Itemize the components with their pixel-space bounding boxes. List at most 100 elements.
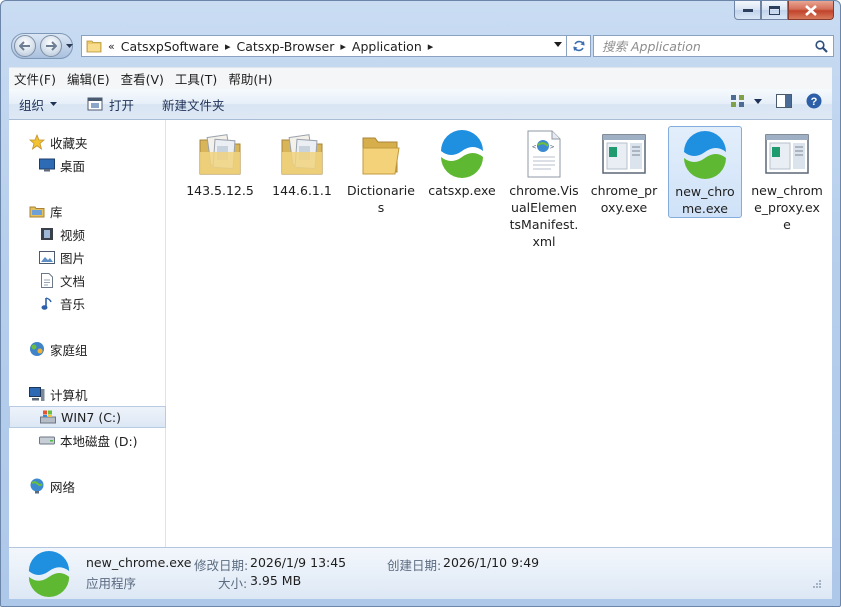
search-icon[interactable] — [815, 40, 828, 53]
file-item-folder[interactable]: Dictionaries — [344, 126, 418, 216]
refresh-icon — [572, 40, 585, 52]
breadcrumb-item[interactable]: Application — [352, 39, 422, 54]
file-item-folder[interactable]: 143.5.12.5 — [183, 126, 257, 199]
hard-drive-icon — [39, 432, 55, 448]
maximize-button[interactable] — [761, 1, 788, 20]
file-item-application[interactable]: new_chrome_proxy.exe — [749, 126, 825, 233]
file-name: new_chrome_proxy.exe — [751, 183, 823, 232]
document-icon — [39, 272, 55, 288]
sidebar-item-libraries[interactable]: 库 — [9, 200, 166, 222]
sidebar-item-label: 收藏夹 — [50, 135, 88, 151]
new-folder-button[interactable]: 新建文件夹 — [152, 92, 235, 116]
network-icon — [29, 478, 45, 494]
file-name: chrome.VisualElementsManifest.xml — [509, 183, 579, 249]
sidebar-item-label: 文档 — [60, 273, 86, 289]
sidebar-item-label: 家庭组 — [50, 342, 88, 358]
search-box[interactable] — [593, 35, 834, 57]
sidebar-item-videos[interactable]: 视频 — [9, 223, 166, 245]
folder-icon — [86, 40, 102, 53]
open-button[interactable]: 打开 — [77, 92, 144, 116]
close-icon — [805, 4, 817, 16]
menu-bar: 文件(F) 编辑(E) 查看(V) 工具(T) 帮助(H) — [9, 67, 832, 89]
video-icon — [39, 226, 55, 242]
file-name: Dictionaries — [347, 183, 415, 215]
details-size-value: 3.95 MB — [250, 573, 302, 588]
forward-button[interactable] — [40, 35, 62, 57]
sidebar-item-music[interactable]: 音乐 — [9, 292, 166, 314]
menu-edit[interactable]: 编辑(E) — [62, 69, 115, 88]
recent-pages-dropdown-icon[interactable] — [66, 44, 73, 48]
sidebar-item-label: 视频 — [60, 227, 86, 243]
minimize-icon — [742, 9, 753, 12]
menu-help[interactable]: 帮助(H) — [223, 69, 277, 88]
breadcrumb-chevron-icon[interactable]: ▸ — [225, 40, 231, 53]
close-button[interactable] — [788, 1, 834, 20]
resize-grip-icon[interactable] — [812, 579, 822, 589]
sidebar-item-label: 库 — [50, 204, 63, 220]
sidebar-item-label: 计算机 — [50, 387, 88, 403]
sidebar-item-label: 网络 — [50, 479, 76, 495]
breadcrumb-chevron-icon[interactable]: ▸ — [428, 40, 434, 53]
sidebar-item-favorites[interactable]: 收藏夹 — [9, 131, 166, 153]
file-item-application[interactable]: new_chrome.exe — [668, 126, 742, 218]
details-size-label: 大小: — [218, 576, 248, 591]
sidebar-item-drive-c[interactable]: WIN7 (C:) — [9, 406, 166, 428]
menu-tools[interactable]: 工具(T) — [170, 69, 222, 88]
file-item-xml[interactable]: < > chrome.VisualElementsManifest.xml — [507, 126, 581, 250]
change-view-button[interactable] — [730, 94, 762, 108]
menu-view[interactable]: 查看(V) — [116, 69, 169, 88]
sidebar-item-drive-d[interactable]: 本地磁盘 (D:) — [9, 429, 166, 451]
preview-pane-icon[interactable] — [776, 94, 792, 108]
sidebar-item-computer[interactable]: 计算机 — [9, 383, 166, 405]
folder-icon — [274, 126, 330, 182]
maximize-icon — [769, 5, 780, 15]
file-item-application[interactable]: catsxp.exe — [425, 126, 499, 199]
sidebar-item-label: 本地磁盘 (D:) — [60, 433, 138, 449]
details-filetype: 应用程序 — [86, 576, 137, 591]
view-dropdown-icon — [754, 98, 762, 104]
breadcrumb-item[interactable]: Catsxp-Browser — [237, 39, 335, 54]
catsxp-app-icon — [677, 127, 733, 183]
sidebar-item-network[interactable]: 网络 — [9, 475, 166, 497]
details-modified-label: 修改日期: — [194, 558, 249, 573]
help-icon[interactable]: ? — [806, 93, 822, 109]
minimize-button[interactable] — [734, 1, 761, 20]
desktop-icon — [39, 157, 55, 173]
back-button[interactable] — [14, 35, 36, 57]
catsxp-app-icon — [434, 126, 490, 182]
sidebar-item-pictures[interactable]: 图片 — [9, 246, 166, 268]
selected-file-icon — [25, 550, 73, 598]
breadcrumb-overflow[interactable]: « — [108, 40, 115, 53]
nav-buttons — [11, 33, 73, 59]
breadcrumb-item[interactable]: CatsxpSoftware — [121, 39, 219, 54]
file-name: chrome_proxy.exe — [590, 183, 658, 215]
search-input[interactable] — [594, 36, 804, 56]
xml-document-icon: < > — [516, 126, 572, 182]
breadcrumb-chevron-icon[interactable]: ▸ — [340, 40, 346, 53]
file-name: 143.5.12.5 — [186, 183, 254, 198]
homegroup-icon — [29, 341, 45, 357]
file-list-view[interactable]: 143.5.12.5 144.6.1.1 Dictionaries catsxp… — [167, 120, 832, 547]
back-arrow-icon — [19, 41, 30, 51]
sidebar-item-label: 图片 — [60, 250, 86, 266]
star-icon — [29, 134, 45, 150]
organize-button[interactable]: 组织 — [9, 92, 67, 116]
caption-buttons — [734, 1, 834, 20]
sidebar-item-desktop[interactable]: 桌面 — [9, 154, 166, 176]
address-bar[interactable]: « CatsxpSoftware ▸ Catsxp-Browser ▸ Appl… — [81, 35, 567, 57]
navigation-pane[interactable]: 收藏夹 桌面 库 视频 图片 文档 音乐 家庭组 计算机 WIN7 (C:) 本… — [9, 120, 166, 547]
sidebar-item-documents[interactable]: 文档 — [9, 269, 166, 291]
refresh-button[interactable] — [567, 35, 591, 57]
file-name: catsxp.exe — [428, 183, 496, 198]
file-name: 144.6.1.1 — [272, 183, 332, 198]
navigation-bar: « CatsxpSoftware ▸ Catsxp-Browser ▸ Appl… — [9, 33, 834, 59]
pictures-icon — [39, 249, 55, 265]
file-item-application[interactable]: chrome_proxy.exe — [587, 126, 661, 216]
file-item-folder[interactable]: 144.6.1.1 — [265, 126, 339, 199]
svg-text:>: > — [550, 143, 554, 151]
sidebar-item-homegroup[interactable]: 家庭组 — [9, 338, 166, 360]
library-icon — [29, 203, 45, 219]
address-dropdown-icon[interactable] — [554, 42, 562, 47]
menu-file[interactable]: 文件(F) — [9, 69, 61, 88]
open-label: 打开 — [109, 97, 135, 113]
